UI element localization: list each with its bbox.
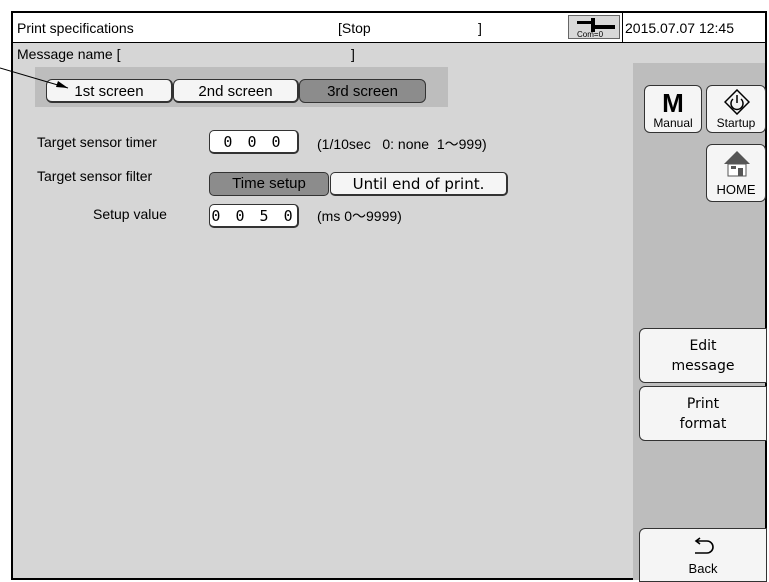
edit-message-line1: Edit — [689, 338, 717, 354]
filter-label: Target sensor filter — [37, 168, 153, 184]
print-format-line2: format — [679, 416, 727, 432]
print-format-line1: Print — [686, 396, 720, 412]
com-label: Com=0 — [577, 30, 604, 39]
startup-label: Startup — [716, 116, 756, 130]
com-status-icon[interactable]: Com=0 — [568, 15, 620, 39]
title-bar: Print specifications [Stop ] Com=0 2015.… — [13, 13, 765, 43]
setup-value-hint: (ms 0〜9999) — [317, 208, 402, 224]
manual-button[interactable]: M Manual — [644, 85, 702, 133]
setup-value-label: Setup value — [93, 206, 167, 222]
home-icon — [724, 151, 750, 177]
main-window: Print specifications [Stop ] Com=0 2015.… — [11, 11, 767, 582]
tab-3rd-screen[interactable]: 3rd screen — [299, 79, 426, 103]
home-label: HOME — [716, 182, 756, 197]
manual-label: Manual — [653, 116, 693, 130]
startup-button[interactable]: Startup — [706, 85, 766, 133]
message-name-close: ] — [351, 46, 355, 62]
page-title: Print specifications — [17, 20, 134, 36]
home-button[interactable]: HOME — [706, 144, 766, 202]
until-end-of-print-button[interactable]: Until end of print. — [330, 172, 508, 196]
timer-hint: (1/10sec 0: none 1〜999) — [317, 136, 487, 152]
back-button[interactable]: Back — [639, 528, 767, 582]
divider — [622, 13, 623, 42]
side-panel — [633, 63, 765, 580]
back-label: Back — [688, 561, 718, 576]
timer-label: Target sensor timer — [37, 134, 157, 150]
tab-2nd-screen[interactable]: 2nd screen — [173, 79, 299, 103]
timer-value-field[interactable]: 0 0 0 — [209, 130, 299, 154]
time-setup-button[interactable]: Time setup — [209, 172, 329, 196]
message-name-label: Message name [ — [17, 46, 121, 62]
startup-icon — [724, 89, 750, 115]
back-arrow-icon — [694, 537, 714, 554]
status-text: [Stop — [338, 20, 371, 36]
setup-value-field[interactable]: 0 0 5 0 — [209, 204, 299, 228]
print-format-button[interactable]: Print format — [639, 386, 767, 441]
status-close: ] — [478, 20, 482, 36]
edit-message-line2: message — [671, 358, 735, 374]
manual-icon: M — [662, 88, 684, 118]
tab-1st-screen[interactable]: 1st screen — [46, 79, 173, 103]
datetime: 2015.07.07 12:45 — [625, 20, 734, 36]
edit-message-button[interactable]: Edit message — [639, 328, 767, 383]
